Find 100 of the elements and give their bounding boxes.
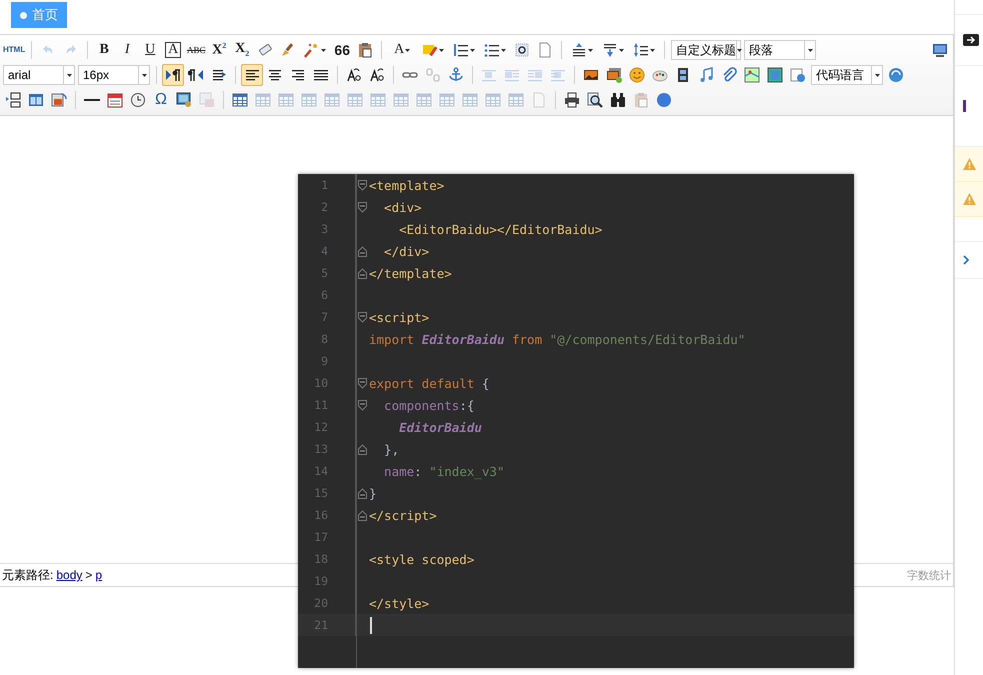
fold-icon[interactable]: [358, 444, 367, 454]
line-number: 2: [320, 200, 329, 214]
document-icon: [531, 92, 547, 108]
clipboard-icon: [357, 42, 374, 58]
lowercase-icon: [369, 67, 385, 83]
exit-icon[interactable]: [963, 34, 980, 46]
dropdown-select[interactable]: 16px: [78, 65, 150, 85]
code-line: </template>: [369, 266, 452, 280]
code-line: components:{: [383, 398, 474, 412]
fold-icon[interactable]: [358, 378, 367, 388]
toolbar-button[interactable]: Ω: [150, 89, 172, 111]
text-frame-icon: [514, 42, 530, 58]
align-center-icon: [267, 67, 283, 83]
caret-icon: [66, 74, 72, 76]
film-icon: [675, 67, 691, 83]
code-line: export default {: [369, 376, 490, 390]
magnifier-icon: [587, 92, 603, 108]
toolbar-button[interactable]: U: [139, 39, 162, 61]
image-icon: [583, 67, 599, 83]
toolbar-button[interactable]: A: [387, 39, 418, 61]
map-icon: [744, 67, 760, 83]
path-link[interactable]: body: [56, 568, 82, 582]
line-number: 5: [320, 266, 329, 280]
caret-icon: [619, 48, 624, 52]
toolbar-button[interactable]: X$_{2}$: [231, 39, 254, 61]
line-number: 16: [313, 508, 329, 522]
line-number: 19: [313, 574, 329, 588]
fold-icon[interactable]: [358, 268, 367, 278]
caret-icon: [808, 48, 813, 52]
word-image-icon: [199, 92, 215, 108]
anchor-icon: [448, 67, 464, 83]
fold-icon[interactable]: [358, 246, 367, 256]
table-icon: [347, 92, 363, 108]
dropdown-select[interactable]: arial: [3, 65, 75, 85]
highlighter-icon: [422, 42, 438, 58]
align-right-icon: [290, 67, 306, 83]
chevron-icon[interactable]: [963, 255, 970, 265]
toolbar-button[interactable]: HTML: [2, 39, 26, 61]
line-number: 8: [320, 332, 329, 346]
table-icon: [370, 92, 386, 108]
code-line: <EditorBaidu></EditorBaidu>: [398, 222, 602, 236]
toolbar-button[interactable]: [162, 64, 184, 86]
code-line: <style scoped>: [369, 552, 474, 566]
fold-icon[interactable]: [358, 400, 367, 410]
code-line: </div>: [383, 244, 430, 258]
code-line: name: "index_v3": [383, 464, 504, 478]
horizontal-line-icon: [84, 99, 100, 101]
path-link[interactable]: p: [95, 568, 102, 582]
warning-icon: [963, 158, 976, 170]
line-number: 15: [313, 486, 329, 500]
smiley-icon: [629, 67, 645, 83]
table-icon: [416, 92, 432, 108]
caret-icon: [737, 48, 742, 52]
background-icon: [51, 92, 67, 108]
toolbar-button[interactable]: X$^{2}$: [208, 39, 230, 61]
table-icon: [462, 92, 478, 108]
line-number: 20: [313, 596, 329, 610]
align-left-icon: [244, 67, 260, 83]
image-align-icon: [527, 67, 543, 83]
fold-icon[interactable]: [358, 202, 367, 212]
line-height-icon: [633, 42, 650, 58]
line-number: 11: [313, 398, 329, 412]
fold-icon[interactable]: [358, 312, 367, 322]
table-icon: [278, 92, 294, 108]
code-line: EditorBaidu: [398, 420, 482, 434]
caret-icon: [588, 48, 594, 52]
toolbar-button[interactable]: [241, 64, 263, 86]
line-number: 10: [313, 376, 329, 390]
fold-icon[interactable]: [358, 180, 367, 190]
toolbar-button[interactable]: 66: [331, 39, 354, 61]
fold-icon[interactable]: [358, 488, 367, 498]
page-break-icon: [5, 92, 21, 108]
toolbar-button[interactable]: B: [93, 39, 116, 61]
caret-icon: [470, 48, 476, 52]
clock-icon: [130, 92, 146, 108]
table-icon: [485, 92, 501, 108]
caret-icon: [321, 48, 326, 52]
image-align-icon: [550, 67, 566, 83]
table-icon: [508, 92, 524, 108]
bar-icon: [963, 100, 966, 112]
toolbar-button[interactable]: I: [116, 39, 138, 61]
text-cursor: [370, 616, 372, 634]
line-number: 9: [320, 354, 329, 368]
indent-icon: [211, 67, 227, 83]
calendar-icon: [107, 92, 123, 108]
warning-icon: [963, 193, 976, 205]
code-line: <div>: [383, 200, 422, 214]
dropdown-select[interactable]: 代码语言: [811, 65, 883, 85]
line-number: 13: [313, 442, 329, 456]
path-separator: >: [85, 568, 92, 582]
dropdown-select[interactable]: 段落: [744, 40, 816, 60]
table-icon: [232, 92, 248, 108]
line-number: 3: [320, 222, 329, 236]
table-icon: [324, 92, 340, 108]
printer-icon: [564, 92, 580, 108]
dropdown-select[interactable]: 自定义标题: [671, 40, 742, 60]
caret-icon: [874, 74, 880, 76]
toolbar-button[interactable]: ABC: [185, 39, 208, 61]
code-line: },: [383, 442, 400, 456]
fold-icon[interactable]: [358, 510, 367, 520]
